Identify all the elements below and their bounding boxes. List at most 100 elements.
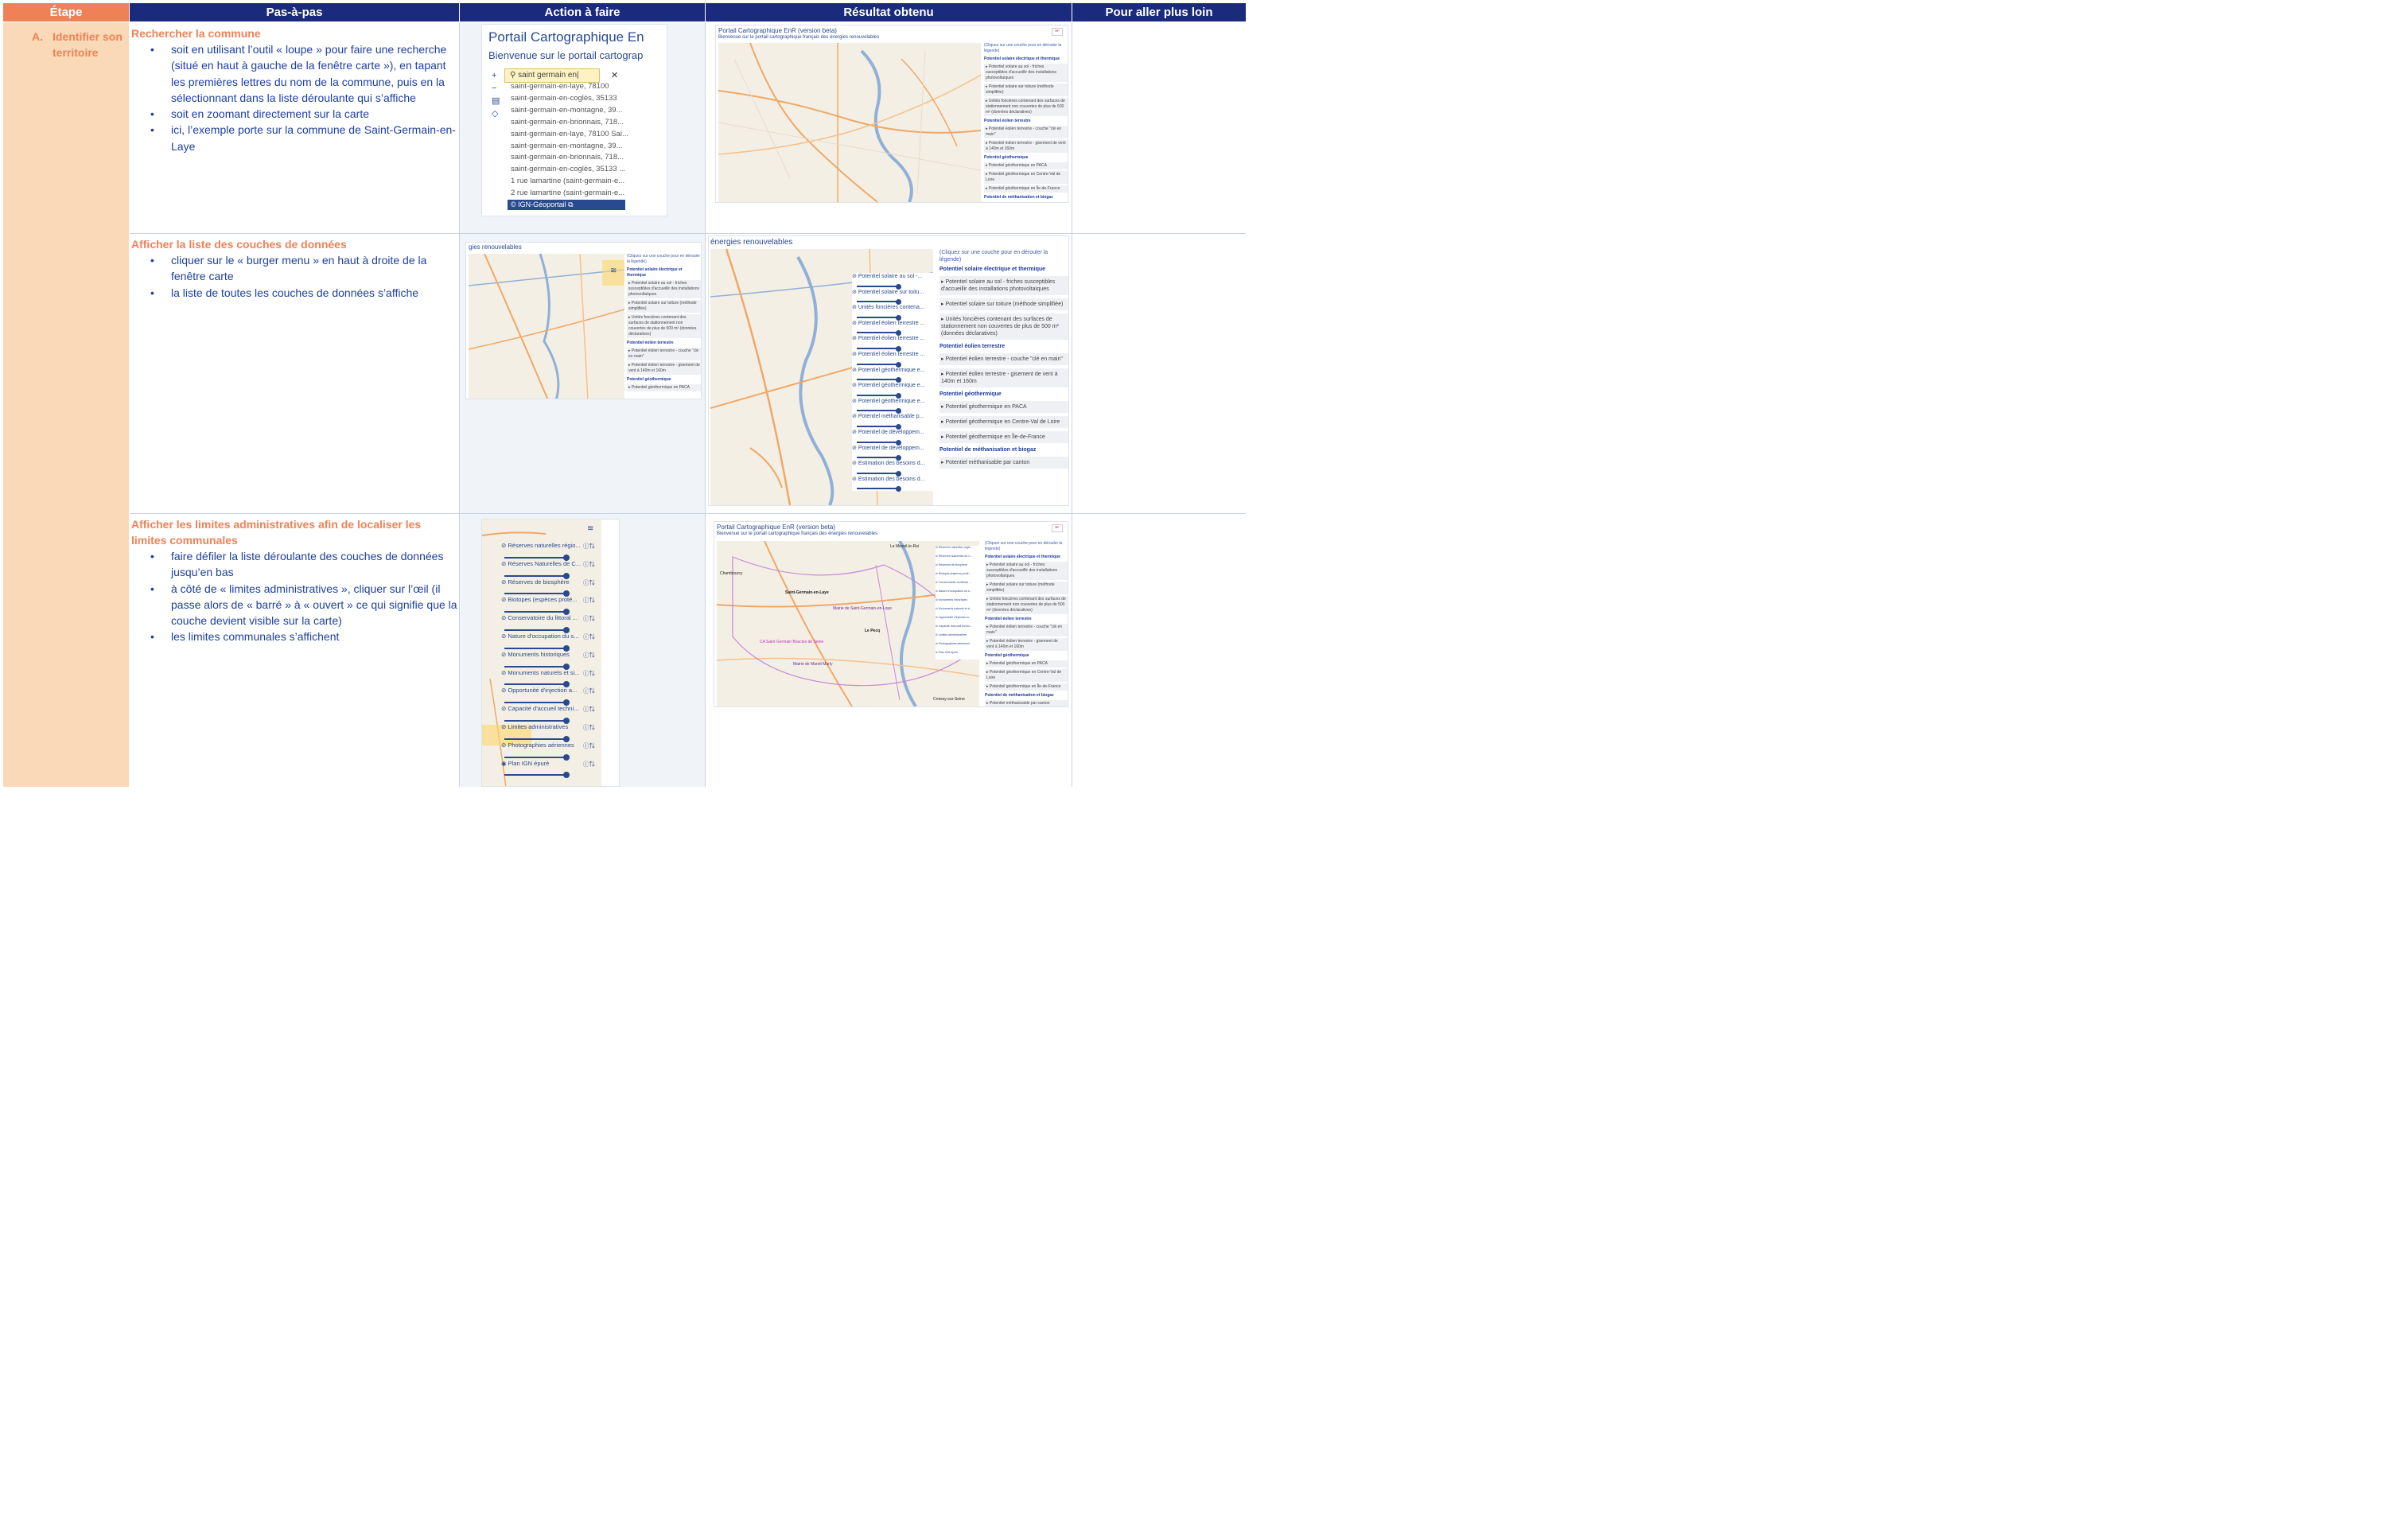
info-icon[interactable]: ⓘ⇅ bbox=[583, 542, 595, 551]
layers-icon[interactable]: ≋ bbox=[610, 267, 617, 275]
legend-section-title[interactable]: Potentiel de méthanisation et biogaz bbox=[985, 693, 1068, 699]
opacity-slider[interactable] bbox=[857, 441, 900, 443]
layer-row[interactable]: ⊘ Photographies aériennes ⓘ⇅ bbox=[501, 741, 597, 761]
info-icon[interactable]: ⓘ⇅ bbox=[583, 723, 595, 732]
legend-item[interactable]: ▸ Potentiel géothermique en Île-de-Franc… bbox=[985, 683, 1068, 691]
layers-icon[interactable]: ≋ bbox=[587, 524, 593, 533]
legend-item[interactable]: ▸ Potentiel solaire au sol - friches sus… bbox=[939, 276, 1068, 295]
close-icon[interactable]: ✕ bbox=[611, 70, 618, 80]
legend-section-title[interactable]: Potentiel géothermique bbox=[984, 155, 1068, 161]
opacity-slider[interactable] bbox=[857, 410, 900, 412]
suggestion-item[interactable]: saint-germain-en-laye, 78100 bbox=[511, 81, 630, 93]
info-icon[interactable]: ⓘ⇅ bbox=[583, 578, 595, 587]
opacity-slider[interactable] bbox=[857, 316, 900, 318]
info-icon[interactable]: ⓘ⇅ bbox=[583, 632, 595, 641]
legend-section-title[interactable]: Potentiel solaire électrique et thermiqu… bbox=[939, 266, 1068, 273]
legend-item[interactable]: ▸ Potentiel éolien terrestre - couche "c… bbox=[627, 348, 701, 360]
eye-off-icon[interactable]: ⊘ bbox=[852, 430, 858, 435]
legend-section-title[interactable]: Potentiel éolien terrestre bbox=[939, 343, 1068, 350]
layer-row[interactable]: ⊘ Potentiel éolien terrestre ... bbox=[852, 320, 936, 337]
eye-icon[interactable]: ◉ bbox=[501, 760, 508, 767]
legend-section-title[interactable]: Potentiel solaire électrique et thermiqu… bbox=[984, 56, 1068, 62]
legend-item[interactable]: ▸ Potentiel solaire au sol - friches sus… bbox=[627, 280, 701, 298]
opacity-slider[interactable] bbox=[857, 488, 900, 490]
suggestion-item[interactable]: saint-germain-en-brionnais, 718... bbox=[511, 152, 630, 164]
map-view[interactable] bbox=[718, 43, 981, 202]
eye-off-icon[interactable]: ⊘ bbox=[852, 461, 858, 466]
layer-row[interactable]: ⊘ Limites administratives bbox=[936, 633, 983, 642]
suggestion-item[interactable]: saint-germain-en-laye, 78100 Sai... bbox=[511, 129, 630, 141]
legend-item[interactable]: ▸ Potentiel éolien terrestre - gisement … bbox=[985, 638, 1068, 651]
legend-item[interactable]: ▸ Potentiel éolien terrestre - couche "c… bbox=[939, 353, 1068, 365]
opacity-slider[interactable] bbox=[504, 611, 568, 613]
suggestion-item[interactable]: saint-germain-en-brionnais, 718... bbox=[511, 117, 630, 129]
layer-row[interactable]: ⊘ Opportunité d'injection a... ⓘ⇅ bbox=[501, 687, 597, 706]
legend-section-title[interactable]: Potentiel de méthanisation et biogaz bbox=[939, 446, 1068, 453]
opacity-slider[interactable] bbox=[504, 665, 568, 668]
layer-row[interactable]: ⊘ Potentiel de développem... bbox=[852, 429, 936, 446]
layer-row[interactable]: ⊘ Réserves de biosphère bbox=[936, 563, 983, 572]
layer-row[interactable]: ⊘ Conservatoire du littoral ... ⓘ⇅ bbox=[501, 614, 597, 633]
suggestion-item[interactable]: saint-germain-en-coglès, 35133 ... bbox=[511, 164, 630, 176]
legend-item[interactable]: ▸ Potentiel solaire sur toiture (méthode… bbox=[985, 582, 1068, 594]
legend-item[interactable]: ▸ Potentiel éolien terrestre - couche "c… bbox=[984, 126, 1068, 138]
legend-item[interactable]: ▸ Potentiel solaire au sol - friches sus… bbox=[984, 64, 1068, 82]
print-icon[interactable]: ▤ bbox=[492, 95, 500, 107]
layer-row[interactable]: ⊘ Monuments naturels et si... ⓘ⇅ bbox=[501, 669, 597, 688]
suggestion-item[interactable]: saint-germain-en-montagne, 39... bbox=[511, 141, 630, 153]
layer-row[interactable]: ⊘ Opportunité d'injection a... bbox=[936, 616, 983, 625]
layer-row[interactable]: ⊘ Potentiel géothermique e... bbox=[852, 367, 936, 383]
layer-row[interactable]: ⊘ Monuments historiques ⓘ⇅ bbox=[501, 651, 597, 670]
eye-off-icon[interactable]: ⊘ bbox=[852, 290, 858, 295]
layer-row[interactable]: ⊘ Réserves naturelles régio... ⓘ⇅ bbox=[501, 542, 597, 561]
map-view[interactable]: ≋ bbox=[469, 254, 624, 399]
legend-item[interactable]: ▸ Unités foncières contenant des surface… bbox=[627, 314, 701, 338]
opacity-slider[interactable] bbox=[504, 738, 568, 740]
legend-item[interactable]: ▸ Unités foncières contenant des surface… bbox=[984, 98, 1068, 116]
layer-row[interactable]: ⊘ Potentiel éolien terrestre ... bbox=[852, 351, 936, 368]
eye-off-icon[interactable]: ⊘ bbox=[852, 305, 858, 310]
info-icon[interactable]: ⓘ⇅ bbox=[583, 614, 595, 623]
legend-item[interactable]: ▸ Potentiel solaire sur toiture (méthode… bbox=[984, 84, 1068, 96]
legend-item[interactable]: ▸ Potentiel géothermique en Centre-Val d… bbox=[984, 171, 1068, 184]
eye-off-icon[interactable]: ⊘ bbox=[852, 368, 858, 373]
legend-section-title[interactable]: Potentiel éolien terrestre bbox=[627, 341, 701, 346]
eye-off-icon[interactable]: ⊘ bbox=[852, 274, 858, 279]
legend-item[interactable]: ▸ Potentiel géothermique en Île-de-Franc… bbox=[984, 185, 1068, 193]
info-icon[interactable]: ⓘ⇅ bbox=[583, 596, 595, 605]
legend-section-title[interactable]: Potentiel géothermique bbox=[627, 377, 701, 383]
locate-icon[interactable]: ◇ bbox=[492, 107, 500, 120]
legend-section-title[interactable]: Potentiel géothermique bbox=[939, 391, 1068, 398]
opacity-slider[interactable] bbox=[857, 347, 900, 349]
legend-item[interactable]: ▸ Potentiel solaire sur toiture (méthode… bbox=[939, 298, 1068, 310]
legend-section-title[interactable]: Potentiel de méthanisation et biogaz bbox=[984, 195, 1068, 200]
opacity-slider[interactable] bbox=[504, 774, 568, 777]
layer-row[interactable]: ⊘ Potentiel méthanisable p... bbox=[852, 413, 936, 430]
info-icon[interactable]: ⓘ⇅ bbox=[583, 669, 595, 678]
opacity-slider[interactable] bbox=[857, 285, 900, 287]
eye-off-icon[interactable]: ⊘ bbox=[852, 414, 858, 419]
legend-item[interactable]: ▸ Potentiel méthanisable par canton bbox=[939, 457, 1068, 469]
legend-item[interactable]: ▸ Potentiel méthanisable par canton bbox=[985, 700, 1068, 706]
legend-section-title[interactable]: Potentiel solaire électrique et thermiqu… bbox=[627, 267, 701, 278]
legend-section-title[interactable]: Potentiel éolien terrestre bbox=[985, 617, 1068, 622]
suggestion-item[interactable]: saint-germain-en-coglès, 35133 bbox=[511, 93, 630, 105]
opacity-slider[interactable] bbox=[504, 756, 568, 758]
layer-row[interactable]: ⊘ Monuments historiques bbox=[936, 598, 983, 607]
legend-item[interactable]: ▸ Potentiel géothermique en Centre-Val d… bbox=[985, 669, 1068, 682]
legend-item[interactable]: ▸ Potentiel méthanisable par canton bbox=[984, 202, 1068, 203]
slider-knob[interactable] bbox=[563, 772, 570, 779]
opacity-slider[interactable] bbox=[857, 363, 900, 365]
opacity-slider[interactable] bbox=[504, 593, 568, 595]
layer-row[interactable]: ⊘ Potentiel géothermique e... bbox=[852, 398, 936, 415]
info-icon[interactable]: ⓘ⇅ bbox=[583, 651, 595, 660]
opacity-slider[interactable] bbox=[857, 301, 900, 303]
legend-item[interactable]: ▸ Unités foncières contenant des surface… bbox=[939, 313, 1068, 340]
zoom-in-icon[interactable]: + bbox=[492, 69, 500, 82]
eye-off-icon[interactable]: ⊘ bbox=[852, 477, 858, 482]
suggestion-item[interactable]: saint-germain-en-montagne, 39... bbox=[511, 105, 630, 117]
eye-off-icon[interactable]: ⊘ bbox=[852, 352, 858, 357]
info-icon[interactable]: ⓘ⇅ bbox=[583, 741, 595, 750]
layer-row[interactable]: ⊘ Monuments naturels et si... bbox=[936, 607, 983, 616]
opacity-slider[interactable] bbox=[857, 457, 900, 459]
